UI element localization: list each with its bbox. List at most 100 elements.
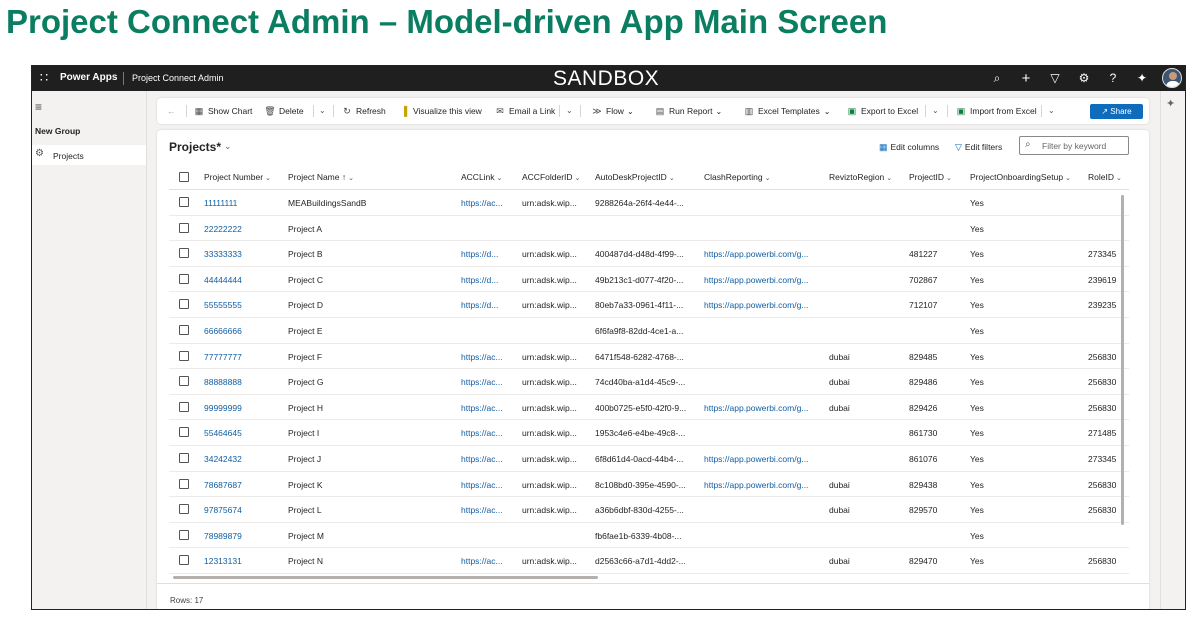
cell-project-number[interactable]: 55464645 (204, 428, 242, 438)
row-checkbox[interactable] (179, 222, 189, 233)
row-checkbox[interactable] (179, 197, 189, 207)
horizontal-scrollbar[interactable] (173, 576, 598, 579)
row-checkbox[interactable] (179, 555, 189, 566)
gear-icon[interactable]: ⚙ (1074, 69, 1094, 88)
row-checkbox[interactable] (179, 427, 189, 438)
column-header-projectid[interactable]: ProjectID ⌄ (909, 172, 952, 182)
cell-acclink[interactable]: https://ac... (461, 505, 503, 515)
cell-clashreporting[interactable]: https://app.powerbi.com/g... (704, 300, 808, 310)
column-header-roleid[interactable]: RoleID ⌄ (1088, 172, 1122, 182)
table-row[interactable]: 33333333 Project B https://d... urn:adsk.wi… (169, 241, 1129, 267)
edit-filters-button[interactable]: ▽ Edit filters (955, 142, 1002, 153)
cell-project-number[interactable]: 44444444 (204, 275, 242, 285)
column-header-clashreporting[interactable]: ClashReporting ⌄ (704, 172, 770, 182)
cell-project-number[interactable]: 11111111 (204, 198, 237, 208)
brand-label[interactable]: Power Apps (60, 72, 117, 83)
table-row[interactable]: 66666666 Project E 6f6fa9f8-82dd-4ce1-a...… (169, 318, 1129, 344)
select-all-checkbox[interactable] (179, 172, 189, 182)
column-header-project-name[interactable]: Project Name ↑ ⌄ (288, 172, 354, 182)
column-header-accfolderid[interactable]: ACCFolderID ⌄ (522, 172, 580, 182)
copilot-icon[interactable]: ✦ (1166, 97, 1175, 110)
help-icon[interactable]: ? (1103, 69, 1123, 88)
cell-project-number[interactable]: 33333333 (204, 249, 242, 259)
table-row[interactable]: 34242432 Project J https://ac... urn:adsk.w… (169, 446, 1129, 472)
chevron-down-icon[interactable]: ⌄ (1048, 98, 1055, 124)
cell-acclink[interactable]: https://ac... (461, 454, 503, 464)
cell-project-number[interactable]: 66666666 (204, 326, 242, 336)
sidebar-item-projects[interactable]: ⚙ Projects (32, 145, 146, 165)
row-checkbox[interactable] (179, 299, 189, 310)
row-checkbox[interactable] (179, 376, 189, 387)
cell-acclink[interactable]: https://ac... (461, 377, 503, 387)
export-excel-button[interactable]: ▣ Export to Excel (846, 98, 918, 124)
cell-clashreporting[interactable]: https://app.powerbi.com/g... (704, 403, 808, 413)
cell-acclink[interactable]: https://ac... (461, 198, 503, 208)
column-header-autodeskprojectid[interactable]: AutoDeskProjectID ⌄ (595, 172, 675, 182)
row-checkbox[interactable] (179, 273, 189, 284)
cell-project-number[interactable]: 97875674 (204, 505, 242, 515)
cell-acclink[interactable]: https://d... (461, 300, 498, 310)
app-launcher-icon[interactable]: ∷ (36, 70, 52, 86)
cell-acclink[interactable]: https://d... (461, 249, 498, 259)
row-checkbox[interactable] (179, 248, 189, 259)
row-checkbox[interactable] (179, 350, 189, 361)
avatar[interactable] (1162, 68, 1182, 88)
table-row[interactable]: 44444444 Project C https://d... urn:adsk.wi… (169, 267, 1129, 293)
table-row[interactable]: 11111111 MEABuildingsSandB https://ac... ur… (169, 190, 1129, 216)
row-checkbox[interactable] (179, 401, 189, 412)
chevron-down-icon[interactable]: ⌄ (566, 98, 573, 124)
row-checkbox[interactable] (179, 478, 189, 489)
table-row[interactable]: 22222222 Project A Yes (169, 216, 1129, 242)
cell-project-number[interactable]: 88888888 (204, 377, 242, 387)
edit-columns-button[interactable]: ▦ Edit columns (879, 142, 939, 153)
search-input[interactable]: ⌕ Filter by keyword (1019, 136, 1129, 155)
email-link-button[interactable]: ✉ Email a Link (494, 98, 555, 124)
column-header-project-number[interactable]: Project Number ⌄ (204, 172, 271, 182)
chevron-down-icon[interactable]: ⌄ (224, 141, 232, 152)
cell-project-number[interactable]: 22222222 (204, 224, 242, 234)
cell-project-number[interactable]: 55555555 (204, 300, 242, 310)
cell-project-number[interactable]: 78687687 (204, 480, 242, 490)
cell-acclink[interactable]: https://ac... (461, 428, 503, 438)
cell-project-number[interactable]: 99999999 (204, 403, 242, 413)
cell-clashreporting[interactable]: https://app.powerbi.com/g... (704, 249, 808, 259)
cell-acclink[interactable]: https://ac... (461, 556, 503, 566)
search-icon[interactable]: ⌕ (987, 69, 1007, 88)
table-row[interactable]: 55555555 Project D https://d... urn:adsk.wi… (169, 292, 1129, 318)
row-checkbox[interactable] (179, 529, 189, 540)
run-report-button[interactable]: ▤ Run Report ⌄ (654, 98, 722, 124)
table-row[interactable]: 99999999 Project H https://ac... urn:adsk.w… (169, 395, 1129, 421)
import-excel-button[interactable]: ▣ Import from Excel (955, 98, 1037, 124)
cell-clashreporting[interactable]: https://app.powerbi.com/g... (704, 275, 808, 285)
cell-acclink[interactable]: https://ac... (461, 480, 503, 490)
column-header-reviztoregion[interactable]: ReviztoRegion ⌄ (829, 172, 892, 182)
chevron-down-icon[interactable]: ⌄ (932, 98, 939, 124)
view-selector[interactable]: Projects* (169, 140, 221, 154)
cell-acclink[interactable]: https://ac... (461, 403, 503, 413)
cell-clashreporting[interactable]: https://app.powerbi.com/g... (704, 454, 808, 464)
table-row[interactable]: 77777777 Project F https://ac... urn:adsk.w… (169, 344, 1129, 370)
column-header-acclink[interactable]: ACCLink ⌄ (461, 172, 502, 182)
table-row[interactable]: 12313131 Project N https://ac... urn:adsk.w… (169, 548, 1129, 574)
row-checkbox[interactable] (179, 453, 189, 463)
hamburger-icon[interactable]: ≡ (35, 100, 42, 114)
vertical-scrollbar[interactable] (1121, 195, 1124, 525)
cell-project-number[interactable]: 78989879 (204, 531, 242, 541)
share-button[interactable]: ↗ Share (1090, 104, 1143, 119)
row-checkbox[interactable] (179, 504, 189, 515)
copilot-icon[interactable]: ✦ (1132, 69, 1152, 88)
filter-icon[interactable]: ▽ (1045, 69, 1065, 88)
cell-acclink[interactable]: https://ac... (461, 352, 503, 362)
chevron-down-icon[interactable]: ⌄ (319, 98, 326, 124)
cell-project-number[interactable]: 34242432 (204, 454, 242, 464)
delete-button[interactable]: 🗑 Delete (264, 98, 303, 124)
table-row[interactable]: 55464645 Project I https://ac... urn:adsk.w… (169, 420, 1129, 446)
visualize-button[interactable]: ▐ Visualize this view (398, 98, 482, 124)
column-header-projectonboardingsetup[interactable]: ProjectOnboardingSetup ⌄ (970, 172, 1071, 182)
cell-acclink[interactable]: https://d... (461, 275, 498, 285)
cell-project-number[interactable]: 12313131 (204, 556, 242, 566)
excel-templates-button[interactable]: ▥ Excel Templates ⌄ (743, 98, 831, 124)
back-icon[interactable]: ← (167, 98, 176, 124)
row-checkbox[interactable] (179, 325, 189, 335)
refresh-button[interactable]: ↻ Refresh (341, 98, 386, 124)
